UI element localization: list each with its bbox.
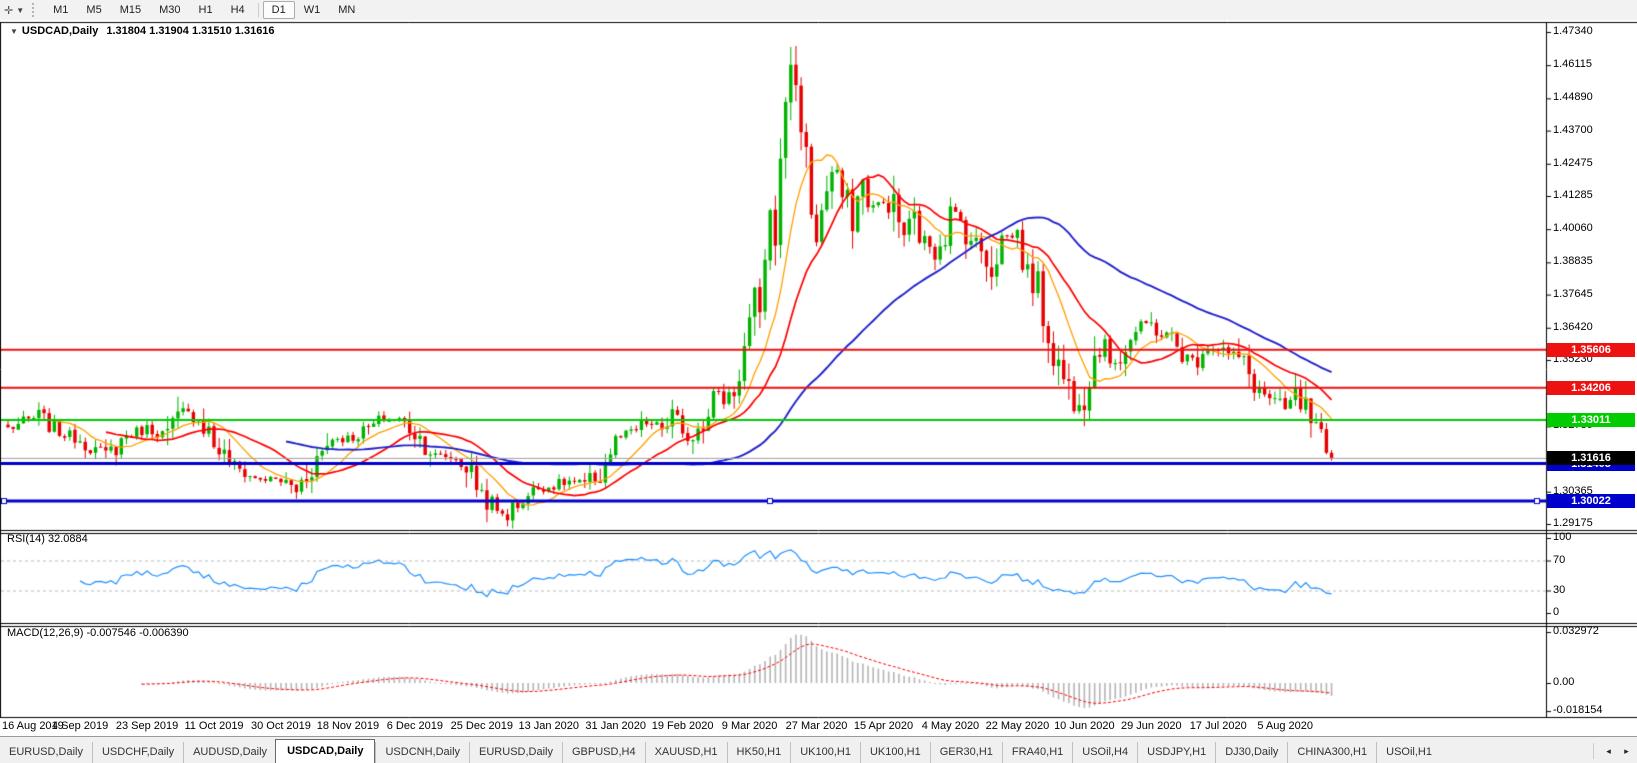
price-chart-canvas[interactable] — [0, 20, 1637, 736]
chart-tab-eurusd-daily[interactable]: EURUSD,Daily — [0, 742, 92, 763]
chart-tab-fra40-h1[interactable]: FRA40,H1 — [1002, 742, 1072, 763]
chart-tab-bar: EURUSD,DailyUSDCHF,DailyAUDUSD,DailyUSDC… — [0, 736, 1637, 763]
chart-tab-eurusd-daily[interactable]: EURUSD,Daily — [469, 742, 562, 763]
timeframe-toolbar: ✛ ▼ M1M5M15M30H1H4 D1W1MN — [0, 0, 1637, 21]
toolbar-separator — [258, 3, 259, 17]
chart-tab-ger30-h1[interactable]: GER30,H1 — [930, 742, 1002, 763]
chart-tab-xauusd-h1[interactable]: XAUUSD,H1 — [645, 742, 727, 763]
date-axis: 16 Aug 20194 Sep 201923 Sep 201911 Oct 2… — [0, 718, 1545, 735]
rsi-indicator-label: RSI(14) 32.0884 — [7, 533, 88, 545]
timeframe-button-m1[interactable]: M1 — [44, 1, 77, 19]
chart-tab-usoil-h4[interactable]: USOil,H4 — [1072, 742, 1137, 763]
chart-tab-china300-h1[interactable]: CHINA300,H1 — [1287, 742, 1376, 763]
chart-title: ▼ USDCAD,Daily 1.31804 1.31904 1.31510 1… — [7, 25, 275, 37]
timeframe-buttons: M1M5M15M30H1H4 D1W1MN — [44, 1, 364, 19]
chart-menu-triangle-icon[interactable]: ▼ — [10, 27, 18, 36]
chart-tab-audusd-daily[interactable]: AUDUSD,Daily — [183, 742, 276, 763]
price-axis-tick: 1.42475 — [1553, 157, 1593, 169]
tab-scroll-right-icon[interactable]: ▸ — [1619, 743, 1634, 759]
rsi-axis-tick: 70 — [1553, 554, 1565, 566]
chart-tab-usdchf-daily[interactable]: USDCHF,Daily — [92, 742, 183, 763]
macd-indicator-label: MACD(12,26,9) -0.007546 -0.006390 — [7, 627, 189, 639]
chart-tab-usoil-h1[interactable]: USOil,H1 — [1376, 742, 1441, 763]
date-axis-label: 30 Oct 2019 — [251, 720, 311, 732]
price-axis-tick: 1.41285 — [1553, 189, 1593, 201]
hline-price-badge: 1.33011 — [1547, 413, 1635, 427]
date-axis-label: 5 Aug 2020 — [1257, 720, 1313, 732]
macd-axis-tick: 0.032972 — [1553, 625, 1599, 637]
chart-tab-usdcad-daily[interactable]: USDCAD,Daily — [275, 739, 375, 763]
rsi-axis-tick: 0 — [1553, 606, 1559, 618]
price-axis-tick: 1.37645 — [1553, 288, 1593, 300]
chart-tab-usdcnh-daily[interactable]: USDCNH,Daily — [375, 742, 469, 763]
date-axis-label: 15 Apr 2020 — [854, 720, 913, 732]
timeframe-button-d1[interactable]: D1 — [263, 1, 295, 19]
price-axis-tick: 1.46115 — [1553, 58, 1592, 70]
date-axis-label: 19 Feb 2020 — [652, 720, 714, 732]
date-axis-label: 6 Dec 2019 — [387, 720, 443, 732]
price-axis-tick: 1.38835 — [1553, 255, 1593, 267]
price-axis-tick: 1.44890 — [1553, 91, 1593, 103]
price-axis-tick: 1.47340 — [1553, 25, 1593, 37]
price-axis-tick: 1.29175 — [1553, 517, 1593, 529]
chart-tab-hk50-h1[interactable]: HK50,H1 — [727, 742, 791, 763]
date-axis-label: 17 Jul 2020 — [1190, 720, 1247, 732]
macd-axis-tick: 0.00 — [1553, 676, 1574, 688]
date-axis-label: 4 May 2020 — [922, 720, 979, 732]
cursor-tool-icon[interactable]: ✛ — [4, 4, 13, 17]
toolbar-grip — [32, 3, 39, 17]
date-axis-label: 27 Mar 2020 — [786, 720, 848, 732]
chart-tab-uk100-h1[interactable]: UK100,H1 — [860, 742, 930, 763]
macd-axis-tick: -0.018154 — [1553, 704, 1603, 716]
rsi-axis-tick: 100 — [1553, 531, 1571, 543]
tab-scroll-separator — [1593, 743, 1594, 759]
timeframe-button-m30[interactable]: M30 — [150, 1, 189, 19]
price-axis-tick: 1.36420 — [1553, 321, 1593, 333]
date-axis-label: 10 Jun 2020 — [1054, 720, 1115, 732]
timeframe-button-w1[interactable]: W1 — [295, 1, 330, 19]
date-axis-label: 25 Dec 2019 — [451, 720, 513, 732]
tab-scroll-left-icon[interactable]: ◂ — [1601, 743, 1616, 759]
chevron-down-icon[interactable]: ▼ — [16, 6, 24, 15]
chart-tab-dj30-daily[interactable]: DJ30,Daily — [1215, 742, 1287, 763]
timeframe-button-m5[interactable]: M5 — [77, 1, 110, 19]
date-axis-label: 4 Sep 2019 — [52, 720, 108, 732]
tab-scroll-controls: ◂ ▸ — [1589, 743, 1634, 759]
date-axis-label: 22 May 2020 — [986, 720, 1050, 732]
date-axis-label: 9 Mar 2020 — [722, 720, 778, 732]
chart-title-ohlc: 1.31804 1.31904 1.31510 1.31616 — [106, 25, 274, 37]
date-axis-label: 23 Sep 2019 — [116, 720, 178, 732]
date-axis-label: 31 Jan 2020 — [585, 720, 646, 732]
chart-tab-uk100-h1[interactable]: UK100,H1 — [790, 742, 860, 763]
hline-price-badge: 1.34206 — [1547, 381, 1635, 395]
timeframe-button-h4[interactable]: H4 — [222, 1, 254, 19]
timeframe-button-m15[interactable]: M15 — [111, 1, 150, 19]
chart-title-symbol: USDCAD,Daily — [22, 25, 98, 37]
date-axis-label: 11 Oct 2019 — [184, 720, 243, 732]
current-price-badge: 1.31616 — [1547, 451, 1635, 465]
date-axis-label: 18 Nov 2019 — [317, 720, 379, 732]
date-axis-label: 29 Jun 2020 — [1121, 720, 1182, 732]
date-axis-label: 13 Jan 2020 — [518, 720, 579, 732]
hline-price-badge: 1.30022 — [1547, 494, 1635, 508]
hline-price-badge: 1.35606 — [1547, 343, 1635, 357]
rsi-axis-tick: 30 — [1553, 584, 1565, 596]
chart-tab-usdjpy-h1[interactable]: USDJPY,H1 — [1137, 742, 1215, 763]
price-axis-tick: 1.43700 — [1553, 124, 1593, 136]
timeframe-button-mn[interactable]: MN — [329, 1, 364, 19]
chart-tab-gbpusd-h4[interactable]: GBPUSD,H4 — [562, 742, 645, 763]
timeframe-button-h1[interactable]: H1 — [190, 1, 222, 19]
price-axis-tick: 1.40060 — [1553, 222, 1593, 234]
